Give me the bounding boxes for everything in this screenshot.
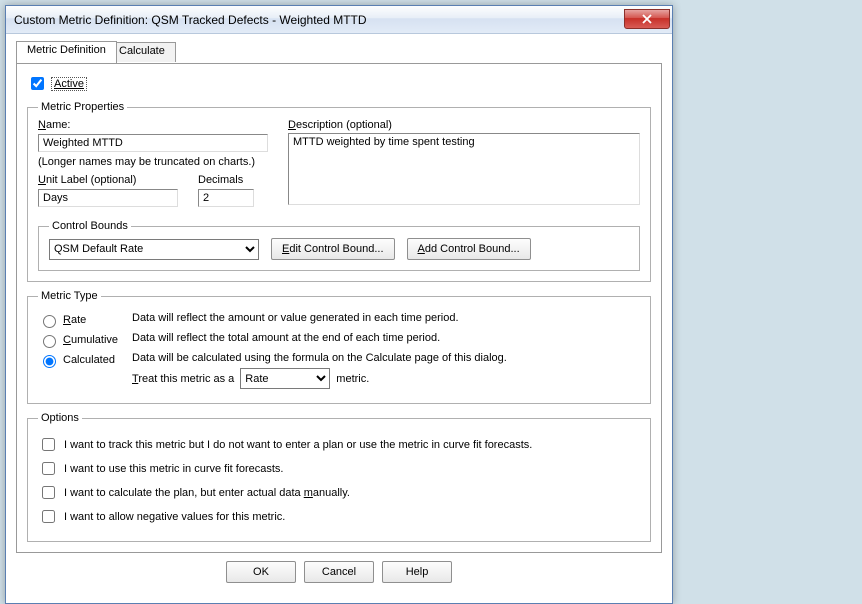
opt-negative-label: I want to allow negative values for this… <box>64 511 285 523</box>
tab-metric-definition[interactable]: Metric Definition <box>16 41 117 63</box>
calculated-radio-label[interactable]: Calculated <box>38 352 118 368</box>
control-bounds-group: Control Bounds QSM Default Rate Edit Con… <box>38 220 640 271</box>
rate-desc: Data will reflect the amount or value ge… <box>132 312 640 324</box>
active-label: Active <box>51 77 87 91</box>
options-group: Options I want to track this metric but … <box>27 412 651 542</box>
metric-properties-legend: Metric Properties <box>38 101 127 113</box>
titlebar: Custom Metric Definition: QSM Tracked De… <box>6 6 672 34</box>
tab-strip: Metric Definition Calculate <box>16 42 662 64</box>
close-icon <box>642 14 652 24</box>
calculated-desc-text: Data will be calculated using the formul… <box>132 352 640 364</box>
treat-select[interactable]: Rate <box>240 368 330 389</box>
decimals-input[interactable] <box>198 189 254 207</box>
active-checkbox[interactable] <box>31 77 44 90</box>
metric-type-legend: Metric Type <box>38 290 101 302</box>
description-label: Description (optional) <box>288 119 640 131</box>
calculated-desc: Data will be calculated using the formul… <box>132 352 640 389</box>
description-input[interactable] <box>288 133 640 205</box>
tab-calculate[interactable]: Calculate <box>108 42 176 62</box>
cumulative-desc: Data will reflect the total amount at th… <box>132 332 640 344</box>
name-hint: (Longer names may be truncated on charts… <box>38 156 268 168</box>
opt-track-only-checkbox[interactable] <box>42 438 55 451</box>
treat-suffix: metric. <box>336 373 369 385</box>
control-bounds-legend: Control Bounds <box>49 220 131 232</box>
cancel-button[interactable]: Cancel <box>304 561 374 583</box>
rate-radio-label[interactable]: Rate <box>38 312 118 328</box>
opt-manual-checkbox[interactable] <box>42 486 55 499</box>
opt-track-only-label: I want to track this metric but I do not… <box>64 439 532 451</box>
unit-input[interactable] <box>38 189 178 207</box>
edit-control-bound-button[interactable]: Edit Control Bound... <box>271 238 395 260</box>
metric-type-group: Metric Type Rate Data will reflect the a… <box>27 290 651 404</box>
cumulative-radio-label[interactable]: Cumulative <box>38 332 118 348</box>
calculated-radio[interactable] <box>43 355 56 368</box>
opt-negative-checkbox[interactable] <box>42 510 55 523</box>
dialog-footer: OK Cancel Help <box>16 553 662 593</box>
treat-label: Treat this metric as a <box>132 373 234 385</box>
active-row: Active <box>27 74 651 93</box>
rate-radio[interactable] <box>43 315 56 328</box>
metric-properties-group: Metric Properties Name: (Longer names ma… <box>27 101 651 282</box>
opt-curvefit-label: I want to use this metric in curve fit f… <box>64 463 283 475</box>
opt-manual-label: I want to calculate the plan, but enter … <box>64 487 350 499</box>
unit-label: Unit Label (optional) <box>38 174 178 186</box>
options-legend: Options <box>38 412 82 424</box>
decimals-label: Decimals <box>198 174 254 186</box>
help-button[interactable]: Help <box>382 561 452 583</box>
ok-button[interactable]: OK <box>226 561 296 583</box>
add-control-bound-button[interactable]: Add Control Bound... <box>407 238 531 260</box>
control-bounds-select[interactable]: QSM Default Rate <box>49 239 259 260</box>
dialog-window: Custom Metric Definition: QSM Tracked De… <box>5 5 673 604</box>
window-title: Custom Metric Definition: QSM Tracked De… <box>14 13 624 27</box>
close-button[interactable] <box>624 9 670 29</box>
client-area: Metric Definition Calculate Active Metri… <box>6 34 672 603</box>
opt-curvefit-checkbox[interactable] <box>42 462 55 475</box>
name-input[interactable] <box>38 134 268 152</box>
tab-body: Active Metric Properties Name: (Longer n… <box>16 63 662 553</box>
name-label: Name: <box>38 119 268 131</box>
cumulative-radio[interactable] <box>43 335 56 348</box>
